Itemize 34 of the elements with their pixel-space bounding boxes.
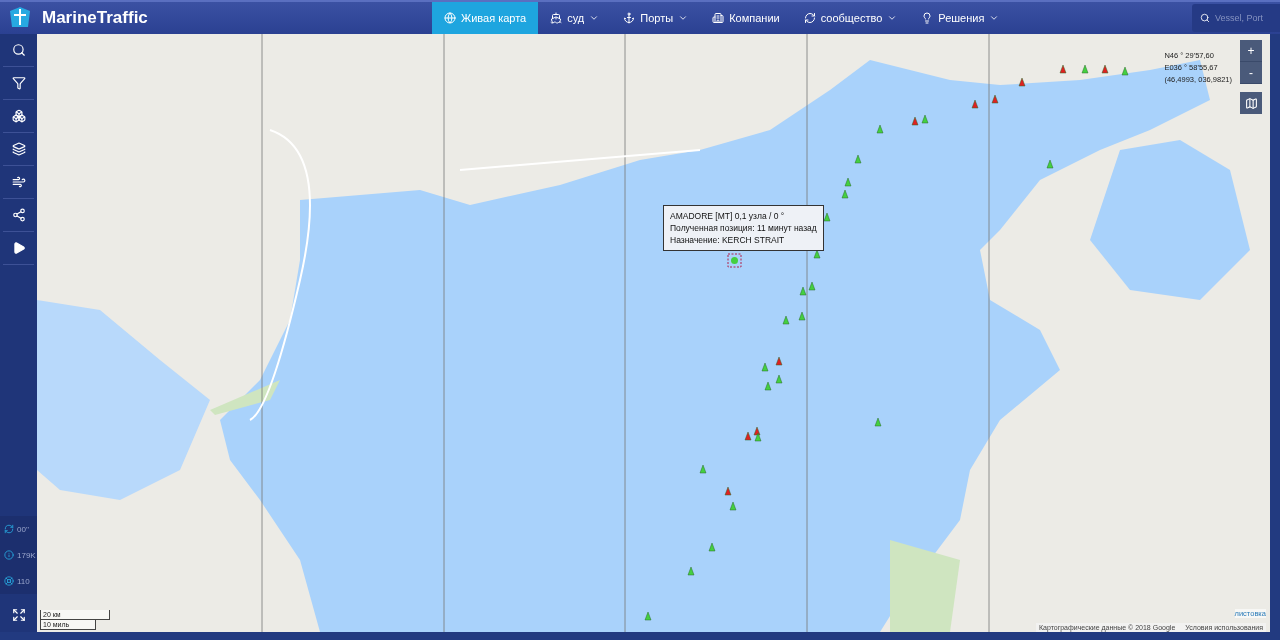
map-type-button[interactable]	[1240, 92, 1262, 114]
nav-tab[interactable]: Компании	[700, 2, 792, 34]
play-icon	[11, 241, 26, 255]
info-icon	[4, 550, 14, 560]
map-icon	[1244, 96, 1258, 110]
lightbulb-icon	[921, 12, 934, 24]
network-icon	[11, 208, 26, 222]
search-icon	[1200, 13, 1210, 23]
zoom-in-button[interactable]: +	[1240, 40, 1262, 62]
search-icon	[11, 43, 26, 57]
layers-icon	[11, 142, 26, 156]
lifebuoy-icon	[4, 576, 14, 586]
stat-value: 179K	[17, 550, 36, 560]
nav-tab[interactable]: сообщество	[791, 2, 910, 34]
nav-tab[interactable]: Порты	[611, 2, 701, 34]
nav-tab[interactable]: Решения	[909, 2, 1012, 34]
globe-icon	[444, 12, 456, 24]
tooltip-line: Полученная позиция: 11 минут назад	[670, 222, 817, 234]
anchor-icon	[623, 12, 636, 24]
zoom-out-button[interactable]: -	[1240, 62, 1262, 84]
tooltip-line: Назначение: KERCH STRAIT	[670, 234, 786, 246]
brand-name: MarineTraffic	[42, 8, 148, 28]
nav-tab[interactable]: суд	[538, 2, 612, 34]
refresh-icon	[4, 524, 14, 534]
boxes-icon	[11, 109, 26, 123]
stat-value: 110	[17, 576, 30, 586]
ship-icon	[550, 12, 563, 24]
filter-icon	[11, 76, 26, 90]
tooltip-line: AMADORE [MT] 0,1 узла / 0 °	[670, 210, 786, 222]
refresh-icon	[803, 12, 816, 24]
building-icon	[712, 12, 725, 24]
stat-value: 00''	[17, 524, 29, 534]
wind-icon	[11, 175, 26, 189]
expand-icon	[11, 608, 26, 622]
